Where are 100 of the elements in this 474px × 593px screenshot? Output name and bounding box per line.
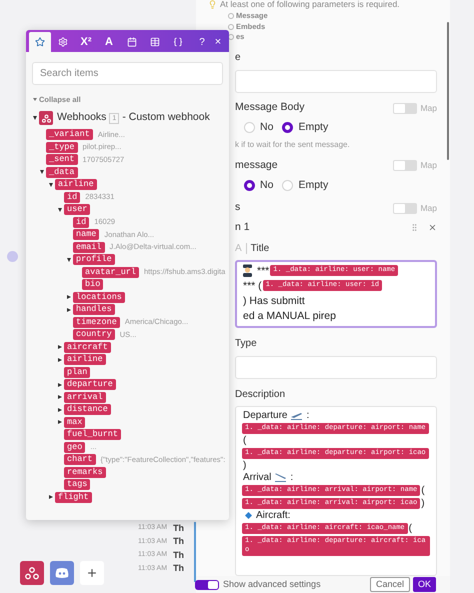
- mapper-tab[interactable]: [29, 32, 51, 52]
- key-tag[interactable]: airline: [55, 179, 97, 190]
- caret-icon[interactable]: [58, 382, 62, 386]
- key-tag[interactable]: user: [64, 204, 90, 215]
- caret-icon[interactable]: [67, 308, 71, 312]
- input-field[interactable]: [235, 70, 437, 94]
- caret-icon[interactable]: [58, 420, 62, 424]
- map-toggle[interactable]: [393, 102, 418, 114]
- field-text: (: [243, 434, 246, 446]
- key-tag[interactable]: distance: [64, 404, 111, 415]
- field-label: Message Body: [235, 100, 304, 116]
- key-tag[interactable]: avatar_url: [82, 266, 140, 278]
- key-tag[interactable]: airline: [64, 354, 106, 365]
- key-tag[interactable]: chart: [64, 454, 96, 465]
- caret-icon[interactable]: [58, 208, 62, 212]
- field-text: Departure: [243, 410, 288, 421]
- key-tag[interactable]: email: [73, 242, 105, 252]
- log-text: Th: [173, 562, 184, 575]
- mapper-tab[interactable]: X²: [75, 32, 97, 52]
- map-toggle[interactable]: [393, 202, 418, 214]
- field-text: (: [421, 485, 425, 496]
- scrollbar[interactable]: [447, 22, 449, 160]
- search-field[interactable]: Search items: [32, 62, 223, 85]
- radio-label[interactable]: Empty: [298, 120, 328, 136]
- key-tag[interactable]: remarks: [64, 466, 106, 478]
- help-text: k if to wait for the sent message.: [235, 138, 351, 151]
- key-tag[interactable]: plan: [64, 366, 90, 378]
- caret-icon[interactable]: [58, 345, 62, 349]
- radio-label[interactable]: No: [260, 120, 274, 136]
- radio-button[interactable]: [282, 122, 294, 134]
- radio-button[interactable]: [244, 180, 255, 191]
- field-label: Description: [235, 388, 286, 402]
- rich-text-field[interactable]: [235, 406, 437, 576]
- caret-icon[interactable]: [49, 495, 53, 499]
- caret-icon[interactable]: [67, 295, 71, 299]
- key-tag[interactable]: geo: [64, 442, 86, 452]
- key-tag[interactable]: bio: [82, 279, 104, 290]
- caret-icon[interactable]: [49, 182, 53, 186]
- key-tag[interactable]: id: [73, 216, 90, 228]
- help-button[interactable]: ?: [194, 32, 210, 52]
- key-tag[interactable]: flight: [55, 492, 92, 502]
- star-icon: [35, 37, 45, 47]
- advanced-label: Show advanced settings: [223, 578, 321, 591]
- key-tag[interactable]: tags: [64, 479, 90, 490]
- key-tag[interactable]: _variant: [46, 129, 93, 140]
- plane-takeoff-icon: [290, 410, 304, 420]
- diamond-icon: [245, 512, 252, 520]
- input-field[interactable]: [235, 356, 437, 379]
- map-label: Map: [420, 159, 437, 172]
- caret-icon[interactable]: [40, 170, 44, 174]
- gear-icon: [58, 37, 68, 47]
- cancel-button[interactable]: Cancel: [370, 577, 410, 592]
- advanced-toggle[interactable]: [195, 580, 219, 590]
- key-tag[interactable]: timezone: [73, 316, 120, 328]
- key-tag[interactable]: max: [64, 416, 86, 428]
- add-app-button[interactable]: [80, 561, 104, 585]
- caret-icon[interactable]: [58, 358, 62, 362]
- key-tag[interactable]: _data: [46, 166, 78, 178]
- table-icon: [150, 37, 160, 47]
- field-text: Arrival: [243, 472, 272, 484]
- key-tag[interactable]: locations: [73, 292, 125, 302]
- chat-app-icon[interactable]: [50, 561, 74, 585]
- caret-icon[interactable]: [67, 258, 71, 262]
- field-label: s: [235, 200, 240, 216]
- caret-icon[interactable]: [33, 116, 37, 120]
- pilot-icon: [242, 264, 253, 278]
- key-tag[interactable]: aircraft: [64, 342, 111, 352]
- lightbulb-icon: [208, 0, 217, 9]
- drag-handle-icon[interactable]: [410, 223, 419, 232]
- radio-label[interactable]: Empty: [298, 178, 328, 194]
- key-tag[interactable]: _type: [46, 142, 78, 152]
- key-tag[interactable]: handles: [73, 304, 115, 315]
- field-text: :: [306, 410, 310, 421]
- key-tag[interactable]: country: [73, 329, 115, 340]
- field-label: message: [235, 158, 278, 173]
- caret-icon[interactable]: [58, 408, 62, 412]
- mapper-tab[interactable]: A: [98, 32, 120, 52]
- webhook-app-icon[interactable]: [20, 561, 44, 585]
- key-tag[interactable]: profile: [73, 254, 115, 265]
- map-label: Map: [420, 102, 437, 114]
- radio-label[interactable]: No: [260, 178, 274, 194]
- caret-icon[interactable]: [58, 395, 62, 399]
- hint-text: At least one of following parameters is required.: [220, 0, 400, 11]
- map-toggle[interactable]: [393, 160, 418, 172]
- type-label: A: [235, 242, 242, 256]
- plane-landing-icon: [274, 472, 288, 482]
- key-tag[interactable]: _sent: [46, 154, 78, 165]
- module-name: Webhooks: [57, 110, 106, 126]
- ok-button[interactable]: OK: [412, 577, 436, 592]
- field-text: ed a MANUAL pirep: [243, 310, 336, 322]
- item-label: n 1: [235, 220, 250, 235]
- field-text: ) Has submitt: [243, 294, 305, 307]
- key-tag[interactable]: arrival: [64, 392, 106, 402]
- close-icon[interactable]: [428, 223, 437, 232]
- key-tag[interactable]: fuel_burnt: [64, 429, 122, 440]
- close-button[interactable]: ×: [210, 32, 226, 52]
- field-text: *** (: [243, 280, 262, 292]
- key-tag[interactable]: departure: [64, 379, 116, 390]
- key-tag[interactable]: id: [64, 192, 80, 202]
- key-tag[interactable]: name: [73, 229, 100, 240]
